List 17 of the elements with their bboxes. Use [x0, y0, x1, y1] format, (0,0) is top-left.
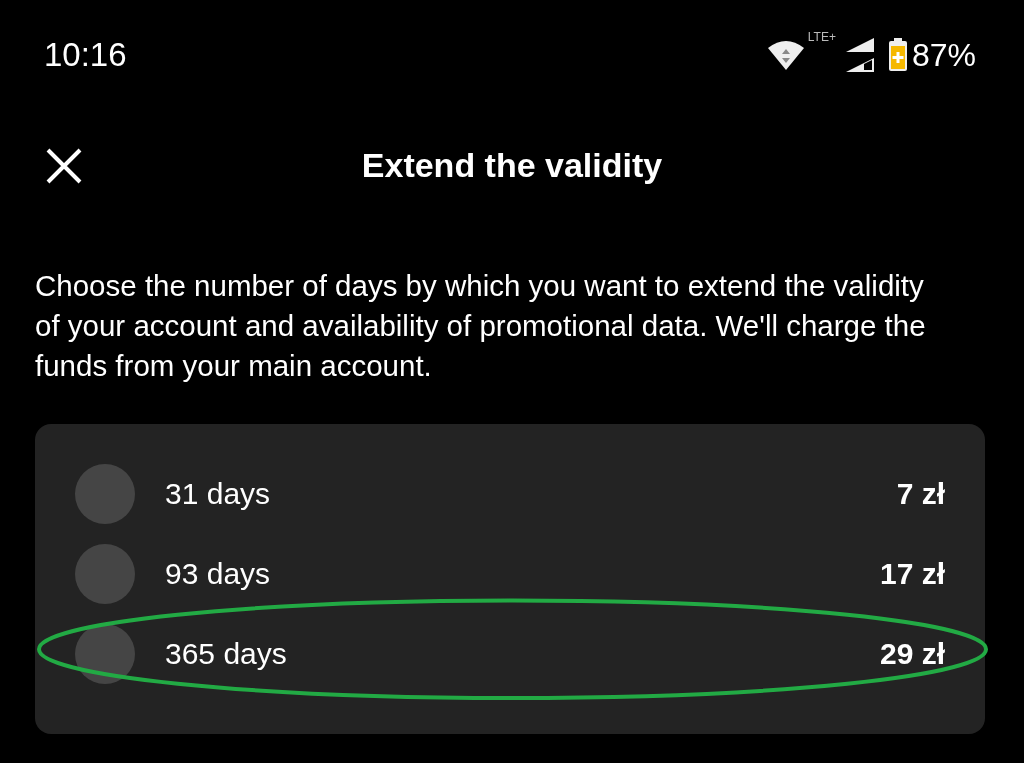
close-button[interactable] — [44, 146, 84, 186]
option-label: 365 days — [165, 637, 287, 671]
page-title: Extend the validity — [361, 145, 663, 185]
wifi-icon — [767, 40, 804, 70]
network-type: LTE+ — [807, 30, 836, 44]
radio-button[interactable] — [75, 544, 135, 604]
option-label: 31 days — [165, 477, 271, 511]
signal-icon — [845, 36, 876, 74]
description-text: Choose the number of days by which you want to extend the validity of your account and availability of promotional data. We'll charge the funds from your main account. — [35, 268, 927, 384]
clock-time: 10:16 — [44, 36, 127, 74]
option-label: 93 days — [165, 557, 271, 591]
battery-icon — [887, 38, 908, 72]
option-price: 29 zł — [879, 637, 945, 671]
option-price: 17 zł — [879, 557, 945, 591]
radio-button[interactable] — [75, 464, 135, 524]
option-price: 7 zł — [896, 477, 945, 511]
battery-percent: 87% — [911, 36, 976, 74]
